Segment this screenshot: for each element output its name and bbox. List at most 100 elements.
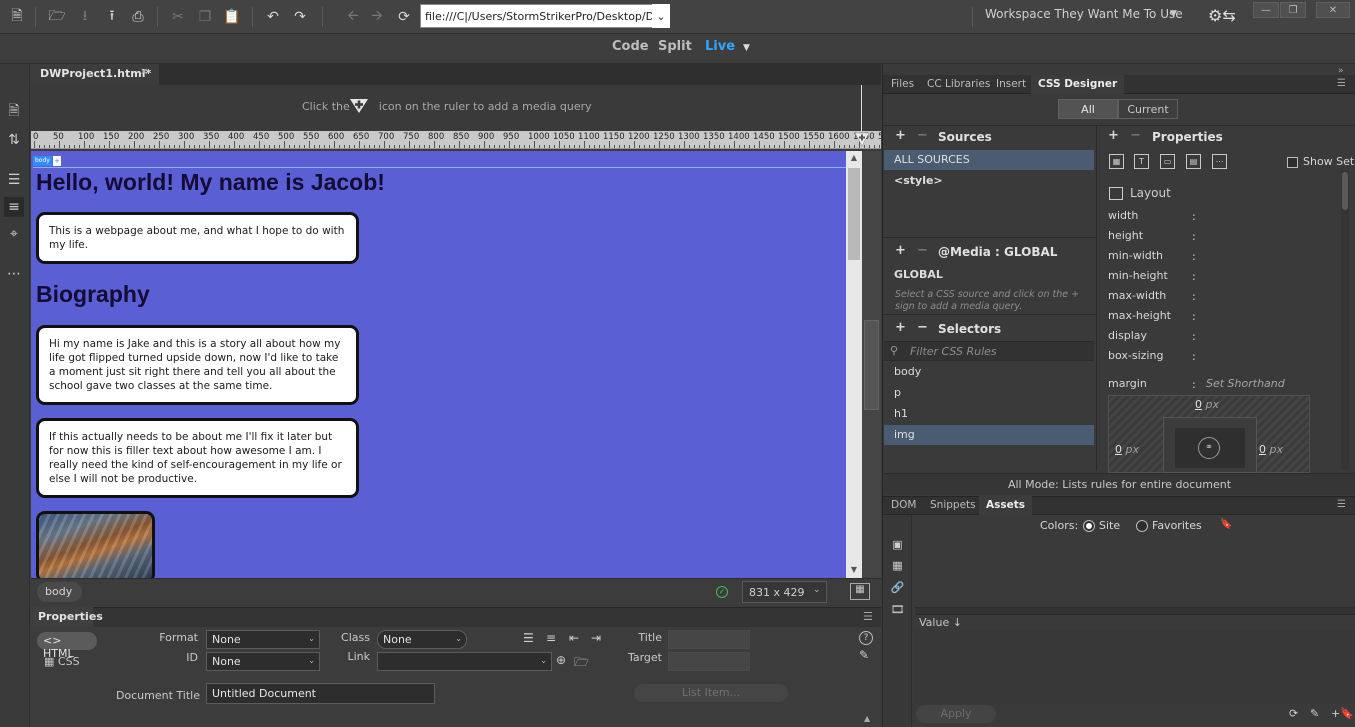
- apply-button[interactable]: Apply: [916, 705, 996, 723]
- tab-assets[interactable]: Assets: [979, 496, 1033, 515]
- add-selector-icon[interactable]: +: [895, 320, 906, 335]
- real-time-preview-icon[interactable]: ▦: [850, 583, 870, 600]
- asset-preview-divider[interactable]: [915, 607, 1355, 615]
- list-item-button[interactable]: List Item...: [634, 684, 788, 702]
- biography-card-2[interactable]: If this actually needs to be about me I'…: [36, 418, 359, 498]
- refresh-icon[interactable]: ⟳: [1289, 707, 1298, 720]
- prop-min-height[interactable]: min-height: [1108, 269, 1168, 282]
- code-view-button[interactable]: Code: [612, 39, 649, 54]
- background-category-icon[interactable]: ▤: [1186, 154, 1201, 169]
- scrollbar-thumb[interactable]: [1342, 172, 1348, 210]
- media-item-global[interactable]: GLOBAL: [884, 265, 1094, 285]
- prop-height[interactable]: height: [1108, 229, 1143, 242]
- tab-css-designer[interactable]: CSS Designer: [1031, 75, 1125, 94]
- properties-title[interactable]: Properties: [31, 607, 103, 627]
- unordered-list-icon[interactable]: ☰: [523, 631, 534, 645]
- prop-min-width[interactable]: min-width: [1108, 249, 1163, 262]
- refresh-icon[interactable]: ⟳: [394, 7, 414, 27]
- format-source-icon[interactable]: ≡: [4, 197, 24, 217]
- scroll-up-icon[interactable]: ▲: [846, 153, 862, 165]
- ruler[interactable]: 0 50 100 150 200 250 300 350 400 450 500 550 600 650 7…: [31, 131, 881, 149]
- remove-selector-icon[interactable]: −: [917, 320, 928, 335]
- bookmark-icon[interactable]: 🔖: [1220, 519, 1232, 530]
- image-icon[interactable]: ▣: [890, 538, 905, 552]
- ruler-handle-icon[interactable]: [855, 131, 869, 147]
- get-icon[interactable]: ⭳: [75, 7, 95, 27]
- document-title-input[interactable]: Untitled Document: [206, 683, 435, 704]
- open-folder-icon[interactable]: 🗁: [47, 7, 67, 27]
- class-select[interactable]: None ⌄: [377, 630, 467, 649]
- margin-left-value[interactable]: 0 px: [1115, 443, 1139, 456]
- help-icon[interactable]: ?: [859, 631, 873, 645]
- link-icon[interactable]: 🔗: [890, 581, 905, 595]
- more-category-icon[interactable]: ⋯: [1212, 154, 1227, 169]
- page-heading[interactable]: Hello, world! My name is Jacob!: [36, 169, 385, 196]
- text-category-icon[interactable]: T: [1134, 154, 1149, 169]
- link-values-icon[interactable]: ⚭: [1198, 437, 1220, 459]
- all-toggle[interactable]: All: [1058, 99, 1118, 119]
- collapse-icon[interactable]: ▲: [864, 714, 870, 723]
- remove-source-icon[interactable]: −: [917, 128, 928, 143]
- live-view-button[interactable]: Live: [705, 39, 735, 54]
- inspect-icon[interactable]: ☰: [4, 170, 24, 190]
- selector-img[interactable]: img: [884, 425, 1094, 445]
- panel-menu-icon[interactable]: ☰: [1337, 78, 1346, 89]
- tab-snippets[interactable]: Snippets: [923, 496, 983, 515]
- layout-category-icon[interactable]: ▦: [1109, 154, 1124, 169]
- margin-right-value[interactable]: 0 px: [1259, 443, 1283, 456]
- forward-arrow-icon[interactable]: 🡪: [367, 7, 387, 27]
- prop-max-width[interactable]: max-width: [1108, 289, 1166, 302]
- back-arrow-icon[interactable]: 🡨: [343, 7, 363, 27]
- add-media-icon[interactable]: +: [895, 243, 906, 258]
- chevron-down-icon[interactable]: ▼: [743, 43, 750, 53]
- minimize-button[interactable]: —: [1253, 2, 1279, 18]
- properties-scrollbar[interactable]: [1341, 170, 1349, 470]
- put-icon[interactable]: ⭱: [102, 7, 122, 27]
- open-documents-icon[interactable]: 🗎: [4, 102, 24, 122]
- source-all-sources[interactable]: ALL SOURCES: [884, 150, 1094, 170]
- tab-cc-libraries[interactable]: CC Libraries: [920, 75, 997, 94]
- section-heading[interactable]: Biography: [36, 281, 150, 308]
- edit-icon[interactable]: ✎: [1310, 707, 1319, 720]
- scrollbar-thumb[interactable]: [848, 168, 860, 260]
- set-shorthand-link[interactable]: Set Shorthand: [1206, 377, 1285, 390]
- site-radio[interactable]: [1083, 520, 1095, 532]
- tab-insert[interactable]: Insert: [989, 75, 1033, 94]
- remove-property-icon[interactable]: −: [1130, 128, 1141, 143]
- redo-icon[interactable]: ↷: [290, 7, 310, 27]
- target-select[interactable]: [668, 652, 750, 671]
- add-property-icon[interactable]: +: [1108, 128, 1119, 143]
- favorites-radio[interactable]: [1136, 520, 1148, 532]
- asset-list[interactable]: [915, 630, 1355, 704]
- border-category-icon[interactable]: ▭: [1160, 154, 1175, 169]
- html-mode-button[interactable]: <> HTML: [37, 632, 97, 660]
- more-icon[interactable]: ⋯: [4, 264, 24, 284]
- scroll-down-icon[interactable]: ▼: [846, 565, 862, 577]
- panel-menu-icon[interactable]: ☰: [1337, 499, 1346, 510]
- biography-card-1[interactable]: Hi my name is Jake and this is a story a…: [36, 325, 359, 405]
- id-select[interactable]: None ⌄: [206, 652, 320, 671]
- workspace-switcher[interactable]: Workspace They Want Me To Use: [985, 7, 1183, 21]
- tab-files[interactable]: Files: [884, 75, 921, 94]
- panel-menu-icon[interactable]: ☰: [863, 610, 873, 623]
- selector-p[interactable]: p: [884, 383, 1094, 403]
- close-button[interactable]: ✕: [1316, 2, 1350, 18]
- point-to-file-icon[interactable]: ⊕: [556, 653, 566, 667]
- prop-width[interactable]: width: [1108, 209, 1138, 222]
- outdent-icon[interactable]: ⇤: [569, 631, 579, 645]
- tag-selector-body[interactable]: body: [37, 582, 82, 602]
- tab-dom[interactable]: DOM: [884, 496, 923, 515]
- chevron-down-icon[interactable]: ⌄: [652, 4, 670, 28]
- source-style[interactable]: <style>: [884, 171, 1094, 191]
- grid-icon[interactable]: ▦: [890, 559, 905, 573]
- profile-image[interactable]: [36, 511, 155, 583]
- film-icon[interactable]: 🎞: [890, 603, 905, 617]
- sync-settings-icon[interactable]: ⚙⇆: [1208, 6, 1236, 25]
- indent-icon[interactable]: ⇥: [591, 631, 601, 645]
- link-input[interactable]: ⌄: [377, 652, 552, 671]
- browse-folder-icon[interactable]: 🗁: [574, 653, 589, 674]
- show-set-checkbox[interactable]: [1287, 157, 1298, 168]
- prop-box-sizing[interactable]: box-sizing: [1108, 349, 1163, 362]
- selector-body[interactable]: body: [884, 362, 1094, 382]
- filter-css-rules-input[interactable]: Filter CSS Rules: [884, 341, 1094, 361]
